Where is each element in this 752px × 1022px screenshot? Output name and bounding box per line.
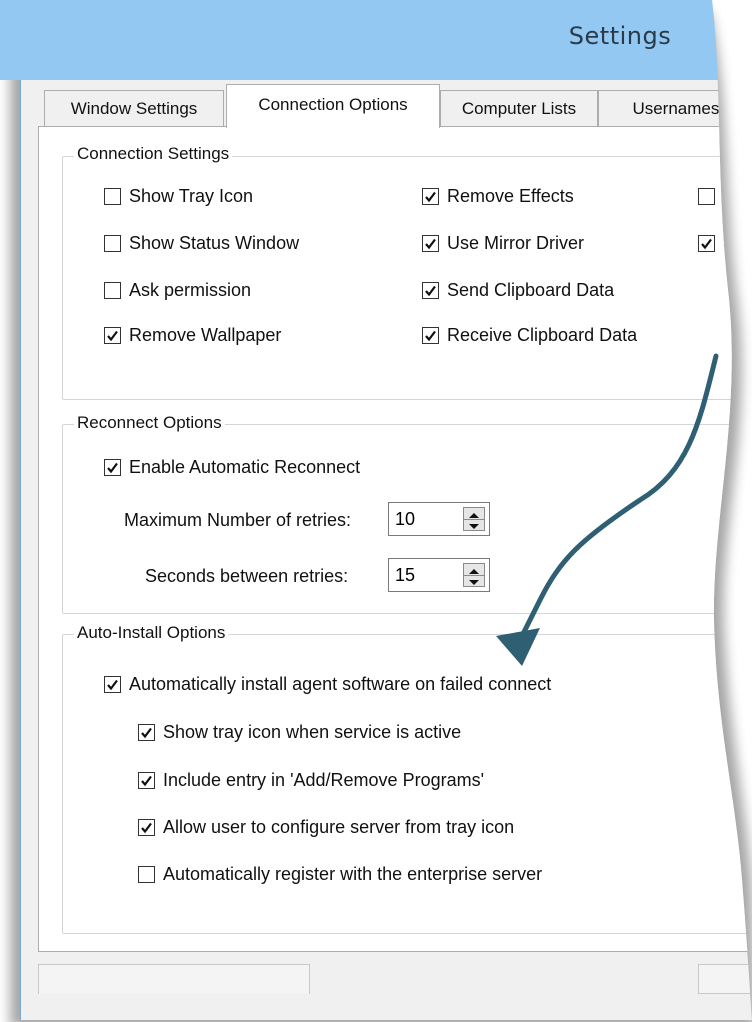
- checkbox-label: Automatically register with the enterpri…: [163, 864, 543, 884]
- check-mark-icon: [106, 461, 119, 474]
- checkbox-label: Automatically install agent software on …: [129, 674, 552, 694]
- remove-effects-checkbox[interactable]: Remove Effects: [422, 186, 574, 207]
- spin-down-icon[interactable]: [464, 519, 484, 530]
- show-tray-icon-checkbox[interactable]: Show Tray Icon: [104, 186, 253, 207]
- check-mark-icon: [424, 329, 437, 342]
- seconds-between-spinner[interactable]: 15: [388, 558, 490, 592]
- ask-permission-checkbox[interactable]: Ask permission: [104, 280, 251, 301]
- checkbox-box[interactable]: [698, 235, 715, 252]
- window-title: Settings: [568, 22, 672, 50]
- checkbox-label: Receive Clipboard Data: [447, 325, 638, 345]
- check-mark-icon: [424, 284, 437, 297]
- tab-connection-options[interactable]: Connection Options: [226, 84, 440, 128]
- max-retries-spinner[interactable]: 10: [388, 502, 490, 536]
- checkbox-box[interactable]: [422, 235, 439, 252]
- checkbox-label: Include entry in 'Add/Remove Programs': [163, 770, 485, 790]
- max-retries-label: Maximum Number of retries:: [124, 510, 352, 530]
- use-mirror-driver-checkbox[interactable]: Use Mirror Driver: [422, 233, 584, 254]
- checkbox-label: Send Clipboard Data: [447, 280, 615, 300]
- checkbox-box[interactable]: [138, 819, 155, 836]
- spinner-buttons[interactable]: [463, 563, 485, 587]
- checkbox-label: Use Mirror Driver: [447, 233, 584, 253]
- check-mark-icon: [140, 774, 153, 787]
- receive-clipboard-data-checkbox[interactable]: Receive Clipboard Data: [422, 325, 637, 346]
- checkbox-box[interactable]: [138, 772, 155, 789]
- title-bar: Settings: [0, 0, 752, 80]
- auto-install-options-title: Auto-Install Options: [74, 623, 228, 643]
- bottom-button-left[interactable]: [38, 964, 310, 994]
- send-clipboard-data-checkbox[interactable]: Send Clipboard Data: [422, 280, 614, 301]
- checkbox-box[interactable]: [698, 188, 715, 205]
- bottom-button-right[interactable]: [698, 964, 752, 994]
- remove-wallpaper-checkbox[interactable]: Remove Wallpaper: [104, 325, 281, 346]
- seconds-between-label: Seconds between retries:: [145, 566, 349, 586]
- include-add-remove-checkbox[interactable]: Include entry in 'Add/Remove Programs': [138, 770, 484, 791]
- checkbox-box[interactable]: [138, 866, 155, 883]
- seconds-between-value[interactable]: 15: [395, 565, 415, 586]
- checkbox-label: Show Tray Icon: [129, 186, 254, 206]
- checkbox-box[interactable]: [104, 188, 121, 205]
- check-mark-icon: [106, 329, 119, 342]
- check-mark-icon: [424, 237, 437, 250]
- tab-computer-lists[interactable]: Computer Lists: [440, 90, 598, 126]
- check-mark-icon: [106, 678, 119, 691]
- show-tray-icon-service-checkbox[interactable]: Show tray icon when service is active: [138, 722, 461, 743]
- checkbox-label: Allow user to configure server from tray…: [163, 817, 515, 837]
- checkbox-label: Show tray icon when service is active: [163, 722, 462, 742]
- spinner-buttons[interactable]: [463, 507, 485, 531]
- checkbox-box[interactable]: [104, 235, 121, 252]
- max-retries-value[interactable]: 10: [395, 509, 415, 530]
- enable-automatic-reconnect-checkbox[interactable]: Enable Automatic Reconnect: [104, 457, 360, 478]
- checkbox-box[interactable]: [104, 676, 121, 693]
- screenshot-stage: Settings Window Settings Connection Opti…: [0, 0, 752, 1022]
- checkbox-box[interactable]: [422, 188, 439, 205]
- show-status-window-checkbox[interactable]: Show Status Window: [104, 233, 299, 254]
- checkbox-box[interactable]: [104, 282, 121, 299]
- checkbox-label: Remove Wallpaper: [129, 325, 282, 345]
- auto-register-enterprise-checkbox[interactable]: Automatically register with the enterpri…: [138, 864, 542, 885]
- checkbox-box[interactable]: [138, 724, 155, 741]
- allow-configure-server-checkbox[interactable]: Allow user to configure server from tray…: [138, 817, 514, 838]
- checkbox-label: Remove Effects: [447, 186, 574, 206]
- auto-install-agent-checkbox[interactable]: Automatically install agent software on …: [104, 674, 551, 695]
- checkbox-box[interactable]: [422, 282, 439, 299]
- check-mark-icon: [424, 190, 437, 203]
- check-mark-icon: [140, 821, 153, 834]
- checkbox-label: Show Status Window: [129, 233, 300, 253]
- checkbox-box[interactable]: [104, 459, 121, 476]
- checkbox-label: Ask permission: [129, 280, 252, 300]
- reconnect-options-title: Reconnect Options: [74, 413, 225, 433]
- settings-window: Settings Window Settings Connection Opti…: [0, 0, 752, 1022]
- spin-down-icon[interactable]: [464, 575, 484, 586]
- checkbox-box[interactable]: [422, 327, 439, 344]
- check-mark-icon: [140, 726, 153, 739]
- connection-settings-title: Connection Settings: [74, 144, 232, 164]
- check-mark-icon: [700, 237, 713, 250]
- tab-window-settings[interactable]: Window Settings: [44, 90, 224, 126]
- checkbox-box[interactable]: [104, 327, 121, 344]
- checkbox-label: Enable Automatic Reconnect: [129, 457, 361, 477]
